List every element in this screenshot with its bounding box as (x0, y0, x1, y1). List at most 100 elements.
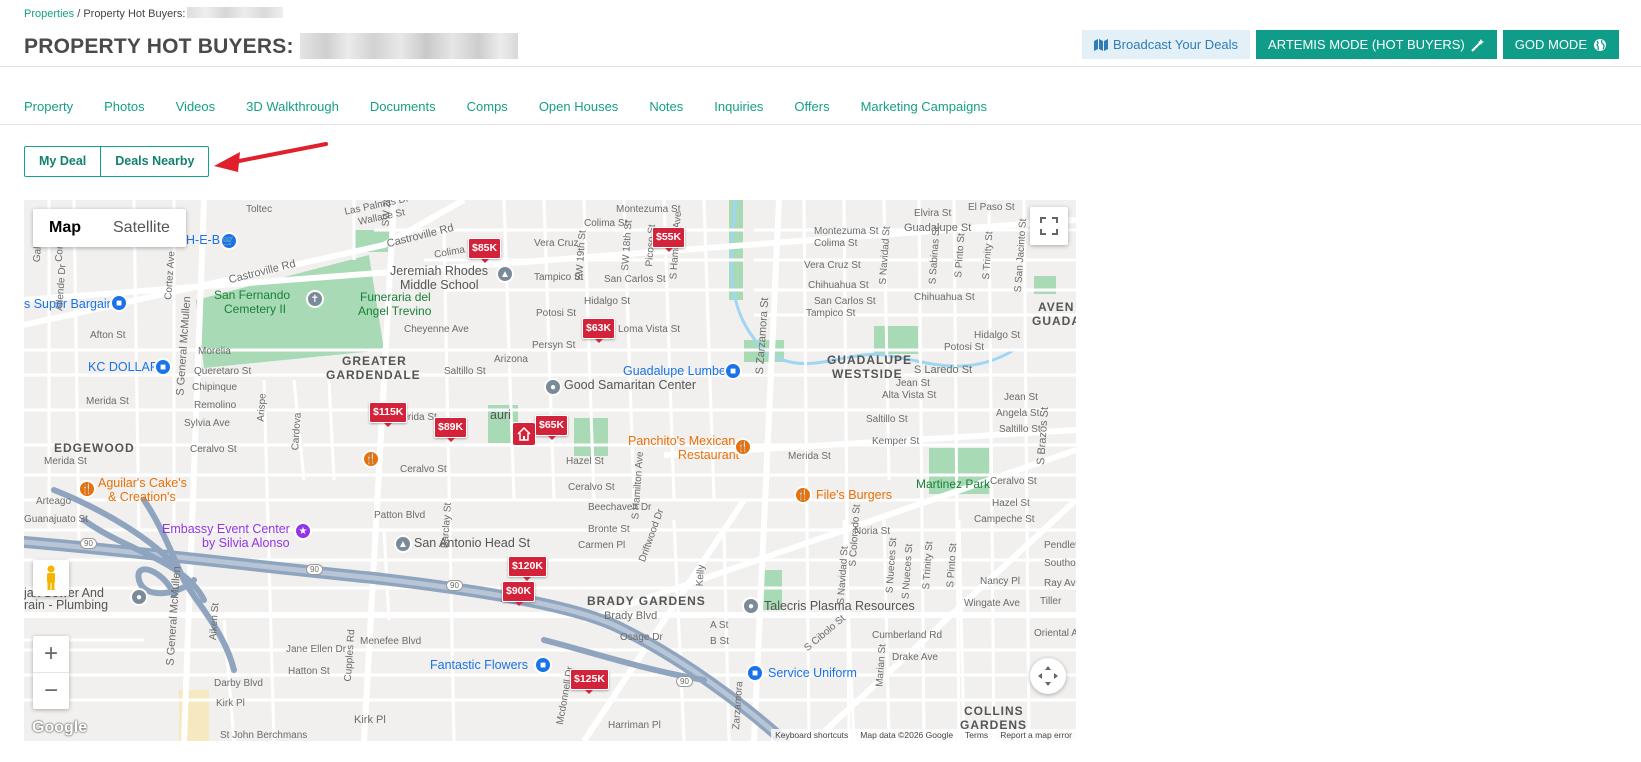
street-montezuma-right: Montezuma St (814, 226, 879, 237)
street-nancy: Nancy Pl (980, 576, 1021, 587)
tab-open-houses[interactable]: Open Houses (539, 99, 619, 114)
tab-3d-walkthrough[interactable]: 3D Walkthrough (246, 99, 339, 114)
property-tabs: Property Photos Videos 3D Walkthrough Do… (24, 99, 987, 114)
place-service-uniform: Service Uniform (768, 666, 857, 680)
tab-notes[interactable]: Notes (649, 99, 683, 114)
good-samaritan-icon[interactable]: ● (544, 378, 562, 396)
street-chihuahua-2: Chihuahua St (914, 292, 975, 303)
broadcast-deals-button[interactable]: Broadcast Your Deals (1082, 30, 1251, 59)
redacted-address-title (299, 33, 518, 59)
deals-nearby-button[interactable]: Deals Nearby (100, 147, 208, 176)
cemetery-icon[interactable]: ✝ (306, 290, 324, 308)
deal-pin-63k[interactable]: $63K (582, 318, 616, 343)
deal-pin-85k[interactable]: $85K (468, 238, 502, 263)
place-panchitos-1: Panchito's Mexican (628, 434, 736, 448)
street-hatton: Hatton St (288, 666, 330, 677)
map-type-control: Map Satellite (33, 209, 186, 247)
street-san-carlos-right: San Carlos St (814, 296, 876, 307)
street-chihuahua-1: Chihuahua St (808, 280, 869, 291)
my-deal-home-icon[interactable] (512, 422, 536, 446)
fantastic-flowers-icon[interactable]: ■ (534, 656, 552, 674)
redacted-address (187, 7, 284, 18)
street-b: B St (710, 636, 729, 647)
my-deal-button[interactable]: My Deal (25, 147, 100, 176)
restaurant-icon[interactable]: 🍴 (734, 438, 752, 456)
place-embassy-1: Embassy Event Center (162, 522, 290, 536)
street-carmen: Carmen Pl (578, 540, 626, 551)
tab-inquiries[interactable]: Inquiries (714, 99, 763, 114)
deal-pin-120k[interactable]: $120K (508, 556, 547, 581)
deal-pin-90k[interactable]: $90K (502, 581, 536, 606)
globe-icon (1594, 38, 1606, 51)
head-start-icon[interactable]: ▲ (394, 535, 412, 553)
street-merida-left: Merida St (86, 396, 129, 407)
tab-marketing-campaigns[interactable]: Marketing Campaigns (861, 99, 987, 114)
page-title-text: PROPERTY HOT BUYERS: (24, 35, 294, 58)
tab-comps[interactable]: Comps (467, 99, 508, 114)
street-hazel-right: Hazel St (992, 498, 1030, 509)
map-type-map-button[interactable]: Map (33, 209, 97, 247)
deal-pin-89k[interactable]: $89K (434, 417, 468, 442)
street-kirk-pl-left: Kirk Pl (216, 698, 245, 709)
street-hazel: Hazel St (566, 456, 604, 467)
street-s-laredo: S Laredo St (914, 364, 973, 376)
street-hidalgo: Hidalgo St (584, 296, 631, 307)
breadcrumb: Properties / Property Hot Buyers: (24, 7, 284, 20)
tab-property[interactable]: Property (24, 99, 73, 114)
talecris-icon[interactable]: ● (742, 597, 760, 615)
tab-offers[interactable]: Offers (794, 99, 829, 114)
report-map-error-link[interactable]: Report a map error (1000, 730, 1072, 740)
school-icon[interactable]: ▲ (496, 265, 514, 283)
breadcrumb-properties-link[interactable]: Properties (24, 8, 74, 20)
artemis-mode-button[interactable]: ARTEMIS MODE (HOT BUYERS) (1256, 30, 1497, 59)
burger-icon[interactable]: 🍴 (794, 486, 812, 504)
tab-documents[interactable]: Documents (370, 99, 436, 114)
street-alta-vista: Alta Vista St (882, 390, 937, 401)
camera-control-button[interactable] (1030, 658, 1066, 694)
deal-pin-65k[interactable]: $65K (535, 415, 569, 440)
area-label-westside: WESTSIDE (832, 367, 903, 381)
bakery-icon[interactable]: 🍴 (78, 480, 96, 498)
place-good-samaritan: Good Samaritan Center (564, 378, 697, 392)
place-san-fernando: San Fernando (214, 288, 291, 302)
area-label-guadalupe: GUADALUPE (827, 353, 913, 367)
super-bargain-icon[interactable]: ■ (110, 294, 128, 312)
zoom-out-button[interactable]: − (33, 672, 69, 709)
street-bronte: Bronte St (588, 524, 630, 535)
place-ajax-2: rain - Plumbing (24, 598, 109, 612)
street-potosi: Potosi St (536, 308, 577, 319)
food-icon[interactable]: 🍴 (362, 450, 380, 468)
plumbing-icon[interactable]: ● (130, 588, 148, 606)
street-arispe: Arispe (255, 392, 269, 423)
place-super-bargain: s Super Bargain (24, 297, 114, 311)
street-brady-blvd: Brady Blvd (604, 610, 658, 622)
keyboard-shortcuts-link[interactable]: Keyboard shortcuts (775, 730, 848, 740)
fullscreen-button[interactable] (1030, 207, 1068, 245)
pegman-button[interactable] (33, 560, 69, 596)
street-cheyenne: Cheyenne Ave (404, 324, 469, 335)
deal-pin-55k[interactable]: $55K (652, 227, 686, 252)
guadalupe-lumber-icon[interactable]: ■ (724, 362, 742, 380)
tab-videos[interactable]: Videos (176, 99, 216, 114)
service-uniform-icon[interactable]: ■ (746, 664, 764, 682)
street-ceralvo-right: Ceralvo St (990, 476, 1037, 487)
deal-pin-125k[interactable]: $125K (570, 669, 609, 694)
place-panchitos-2: Restaurant (678, 448, 740, 462)
place-embassy-2: by Silvia Alonso (202, 536, 290, 550)
event-center-icon[interactable]: ★ (294, 522, 312, 540)
deals-map[interactable]: GREATER GARDENDALE GUADALUPE WESTSIDE ED… (24, 200, 1076, 741)
street-menefee: Menefee Blvd (360, 636, 422, 647)
place-jeremiah-2: Middle School (400, 278, 479, 292)
street-oriental: Oriental Av (1034, 628, 1076, 639)
page-title: PROPERTY HOT BUYERS: (24, 33, 518, 59)
terms-link[interactable]: Terms (965, 730, 988, 740)
place-fantastic-flowers: Fantastic Flowers (430, 658, 528, 672)
zoom-in-button[interactable]: + (33, 636, 69, 672)
street-tampico-right: Tampico St (806, 308, 856, 319)
map-type-satellite-button[interactable]: Satellite (97, 209, 186, 247)
god-mode-button[interactable]: GOD MODE (1502, 30, 1619, 59)
deal-pin-115k[interactable]: $115K (369, 402, 408, 427)
tab-photos[interactable]: Photos (104, 99, 144, 114)
heb-shop-icon[interactable]: 🛒 (220, 232, 238, 250)
kc-dollar-icon[interactable]: ■ (154, 358, 172, 376)
